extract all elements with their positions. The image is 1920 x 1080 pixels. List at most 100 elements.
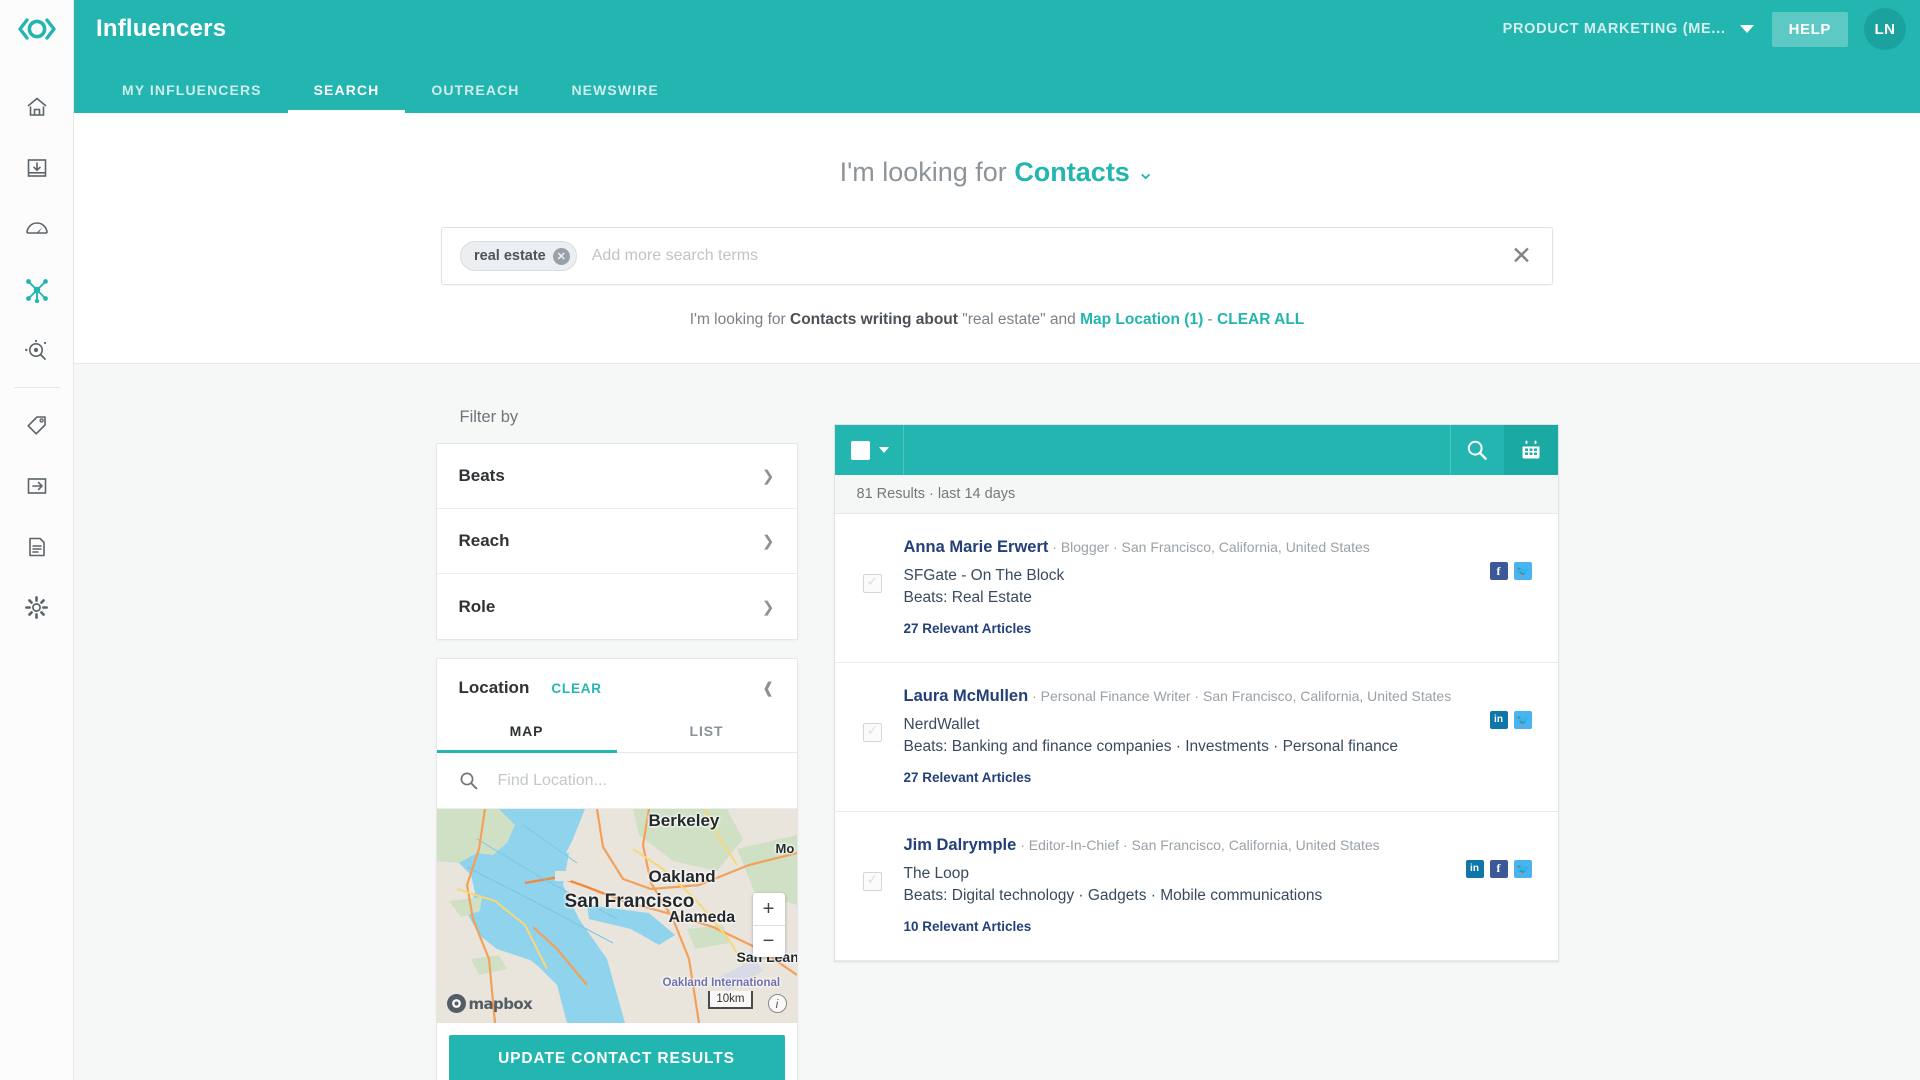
sidebar-item-reports[interactable]: [0, 516, 74, 577]
info-icon[interactable]: i: [767, 994, 787, 1013]
relevant-articles-link[interactable]: 27 Relevant Articles: [904, 621, 1476, 636]
twitter-icon[interactable]: 🐦: [1513, 562, 1532, 580]
linkedin-icon[interactable]: in: [1489, 710, 1508, 729]
row-content: Jim Dalrymple · Editor-In-Chief · San Fr…: [904, 834, 1452, 934]
app-root: Influencers PRODUCT MARKETING (ME... HEL…: [0, 0, 1920, 1080]
chip-remove-icon[interactable]: ✕: [552, 247, 570, 265]
contact-beats: Beats: Digital technology · Gadgets · Mo…: [903, 886, 1323, 904]
map-scale-bar: 10km: [708, 991, 753, 1009]
contact-name[interactable]: Anna Marie Erwert: [904, 538, 1049, 556]
sidebar-item-inbox[interactable]: [0, 137, 74, 198]
search-term-chip-label: real estate: [474, 248, 546, 264]
sidebar-item-influencers[interactable]: [0, 259, 74, 320]
contact-meta: · Blogger · San Francisco, California, U…: [1048, 539, 1370, 555]
row-checkbox[interactable]: [862, 871, 882, 891]
row-checkbox[interactable]: [862, 722, 882, 742]
location-search-input[interactable]: [497, 771, 775, 790]
main-column: Influencers PRODUCT MARKETING (ME... HEL…: [74, 0, 1920, 1080]
search-hero: I'm looking for Contacts ⌄ real estate ✕ …: [74, 113, 1920, 364]
results-calendar-button[interactable]: [1503, 425, 1558, 475]
table-row[interactable]: Anna Marie Erwert · Blogger · San Franci…: [834, 514, 1558, 663]
table-row[interactable]: Jim Dalrymple · Editor-In-Chief · San Fr…: [834, 812, 1558, 961]
gauge-icon: [25, 221, 48, 234]
avatar[interactable]: LN: [1864, 8, 1906, 50]
facebook-icon[interactable]: f: [1489, 859, 1508, 878]
map-label-oakland: Oakland: [648, 867, 716, 886]
entity-type-selector[interactable]: Contacts: [1014, 157, 1130, 187]
home-icon: [26, 97, 47, 116]
sidebar-item-settings[interactable]: [0, 577, 74, 638]
top-header-bar: Influencers PRODUCT MARKETING (ME... HEL…: [74, 0, 1920, 58]
chevron-down-icon[interactable]: [1739, 25, 1754, 33]
sidebar-item-analytics[interactable]: [0, 198, 74, 259]
clear-all-link[interactable]: CLEAR ALL: [1217, 311, 1304, 328]
table-row[interactable]: Laura McMullen · Personal Finance Writer…: [834, 663, 1558, 812]
sidebar-item-monitoring[interactable]: [0, 320, 74, 381]
left-icon-rail: [0, 0, 74, 1080]
search-summary: I'm looking for Contacts writing about "…: [74, 311, 1920, 329]
contact-name[interactable]: Laura McMullen: [904, 687, 1029, 705]
filter-by-heading: Filter by: [459, 408, 519, 426]
location-clear-link[interactable]: CLEAR: [551, 681, 602, 696]
page-title: Influencers: [96, 15, 227, 42]
social-links: f 🐦: [1489, 562, 1532, 636]
twitter-icon[interactable]: 🐦: [1513, 859, 1532, 878]
twitter-icon[interactable]: 🐦: [1513, 710, 1532, 729]
contact-meta: · Editor-In-Chief · San Francisco, Calif…: [1016, 836, 1380, 853]
search-term-chip[interactable]: real estate ✕: [460, 241, 577, 271]
facet-card: Beats ❯ Reach ❯ Role ❯: [435, 443, 798, 640]
location-tabs: MAP LIST: [436, 717, 797, 753]
facebook-icon[interactable]: f: [1489, 562, 1508, 580]
relevant-articles-link[interactable]: 10 Relevant Articles: [904, 919, 1452, 934]
results-search-button[interactable]: [1449, 425, 1504, 475]
facet-role-label: Role: [458, 596, 496, 616]
app-logo[interactable]: [0, 0, 74, 58]
filter-sidebar: Filter by Beats ❯ Reach ❯ Role ❯ Locatio…: [435, 392, 798, 1080]
account-selector-label[interactable]: PRODUCT MARKETING (ME...: [1503, 21, 1726, 37]
location-search-row: [436, 753, 797, 809]
sidebar-item-tags[interactable]: [0, 394, 74, 455]
update-contact-results-button[interactable]: UPDATE CONTACT RESULTS: [448, 1035, 785, 1080]
tab-map[interactable]: MAP: [436, 717, 617, 753]
chevron-down-icon[interactable]: [878, 447, 889, 453]
facet-beats[interactable]: Beats ❯: [436, 444, 797, 509]
help-button[interactable]: HELP: [1771, 11, 1848, 47]
export-icon: [27, 477, 46, 494]
tab-newswire[interactable]: NEWSWIRE: [545, 82, 684, 113]
tab-my-influencers[interactable]: MY INFLUENCERS: [96, 82, 288, 113]
chevron-down-icon: ❯: [761, 533, 775, 550]
contact-name[interactable]: Jim Dalrymple: [904, 836, 1017, 854]
search-icon: [1467, 440, 1487, 460]
select-all-control[interactable]: [835, 425, 904, 475]
facet-role[interactable]: Role ❯: [437, 574, 797, 639]
row-checkbox[interactable]: [862, 573, 882, 593]
row-headline: Laura McMullen · Personal Finance Writer…: [904, 685, 1476, 709]
results-count: 81 Results · last 14 days: [834, 475, 1558, 514]
chevron-down-icon[interactable]: ⌄: [1137, 160, 1155, 185]
chevron-up-icon[interactable]: ❰: [762, 679, 775, 697]
social-links: in 🐦: [1489, 710, 1532, 785]
map-zoom-in-button[interactable]: +: [753, 893, 785, 925]
hero-title: I'm looking for Contacts ⌄: [74, 157, 1920, 188]
tab-outreach[interactable]: OUTREACH: [405, 82, 545, 113]
relevant-articles-link[interactable]: 27 Relevant Articles: [904, 770, 1476, 785]
checkbox-icon[interactable]: [850, 440, 870, 460]
sidebar-item-home[interactable]: [0, 76, 74, 137]
search-bar: real estate ✕ ✕: [441, 227, 1553, 285]
close-icon[interactable]: ✕: [1507, 243, 1536, 269]
location-map[interactable]: Berkeley Oakland San Francisco Alameda S…: [436, 809, 797, 1023]
row-content: Laura McMullen · Personal Finance Writer…: [904, 685, 1476, 785]
facet-reach[interactable]: Reach ❯: [436, 509, 797, 574]
search-icon: [460, 772, 477, 790]
tab-list[interactable]: LIST: [617, 717, 797, 752]
mapbox-logo[interactable]: mapbox: [446, 994, 533, 1013]
chevron-down-icon: ❯: [761, 468, 775, 485]
tab-search[interactable]: SEARCH: [287, 82, 406, 113]
map-location-link[interactable]: Map Location (1): [1080, 311, 1203, 328]
linkedin-icon[interactable]: in: [1465, 859, 1484, 878]
map-zoom-out-button[interactable]: −: [752, 925, 785, 957]
social-links: in f 🐦: [1465, 859, 1532, 934]
search-input[interactable]: [576, 247, 1508, 265]
sidebar-item-export[interactable]: [0, 455, 74, 516]
calendar-icon: [1522, 440, 1539, 459]
